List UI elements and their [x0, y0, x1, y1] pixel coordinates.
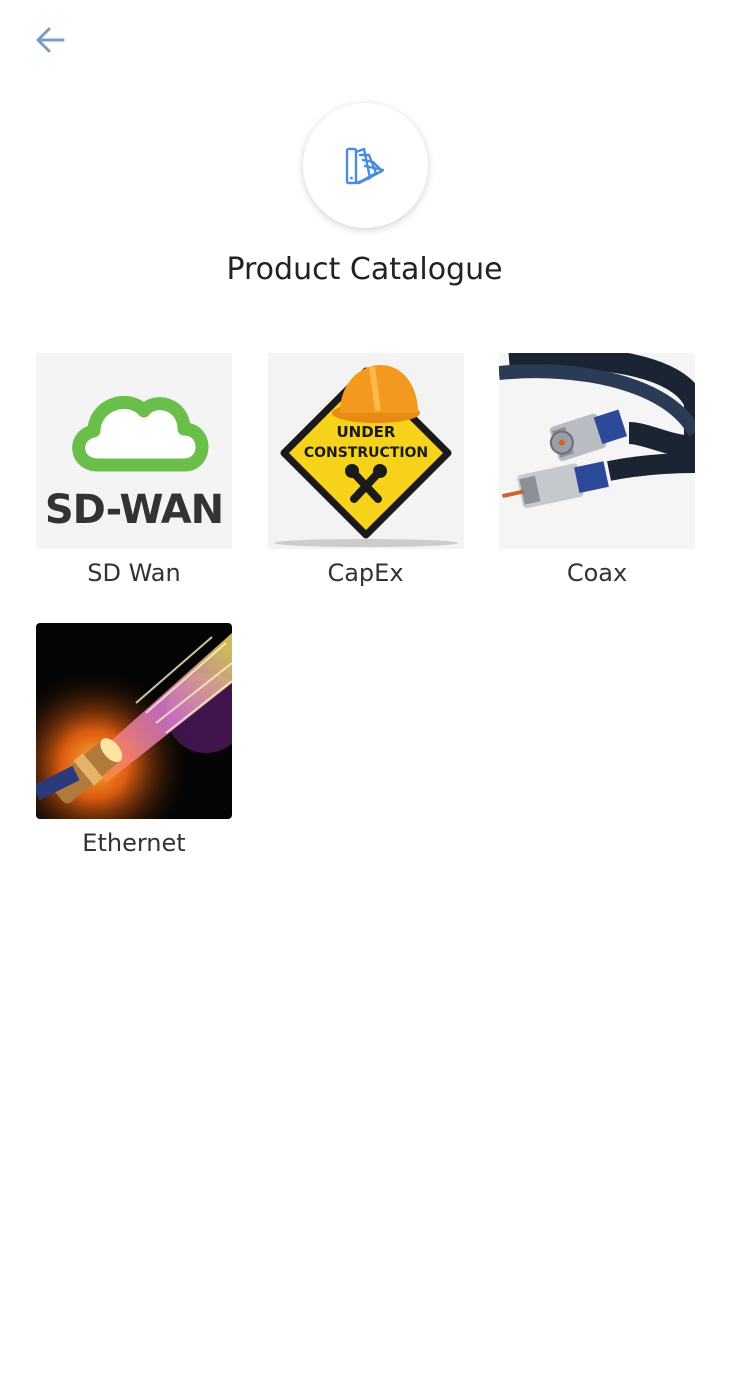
ethernet-fiber-image: [36, 623, 232, 819]
construction-text: CONSTRUCTION: [303, 445, 427, 461]
page-title: Product Catalogue: [226, 252, 503, 287]
catalogue-logo: [303, 103, 428, 228]
catalogue-item-label: SD Wan: [87, 559, 181, 587]
sd-wan-image: SD-WAN: [36, 353, 232, 549]
sd-wan-image-text: SD-WAN: [45, 487, 223, 533]
back-button[interactable]: [28, 22, 72, 58]
under-construction-image: UNDER CONSTRUCTION: [267, 353, 464, 549]
catalogue-item-sd-wan[interactable]: SD-WAN SD Wan: [36, 353, 232, 623]
catalogue-item-label: Coax: [566, 559, 628, 587]
catalogue-item-label: Ethernet: [82, 829, 186, 857]
catalogue-item-ethernet[interactable]: Ethernet: [36, 623, 232, 893]
catalogue-swatch-icon: [345, 147, 384, 184]
catalogue-grid: SD-WAN SD Wan UNDER CONSTRUCTION CapEx C…: [36, 353, 696, 893]
catalogue-item-label: CapEx: [327, 559, 404, 587]
arrow-left-icon: [36, 27, 65, 53]
product-catalogue-screen: Product Catalogue SD-WAN SD Wan UNDER CO…: [0, 0, 729, 1400]
under-text: UNDER: [336, 423, 395, 441]
catalogue-item-coax[interactable]: Coax: [499, 353, 695, 623]
catalogue-item-capex[interactable]: UNDER CONSTRUCTION CapEx: [267, 353, 464, 623]
coax-cable-image: [499, 353, 695, 549]
